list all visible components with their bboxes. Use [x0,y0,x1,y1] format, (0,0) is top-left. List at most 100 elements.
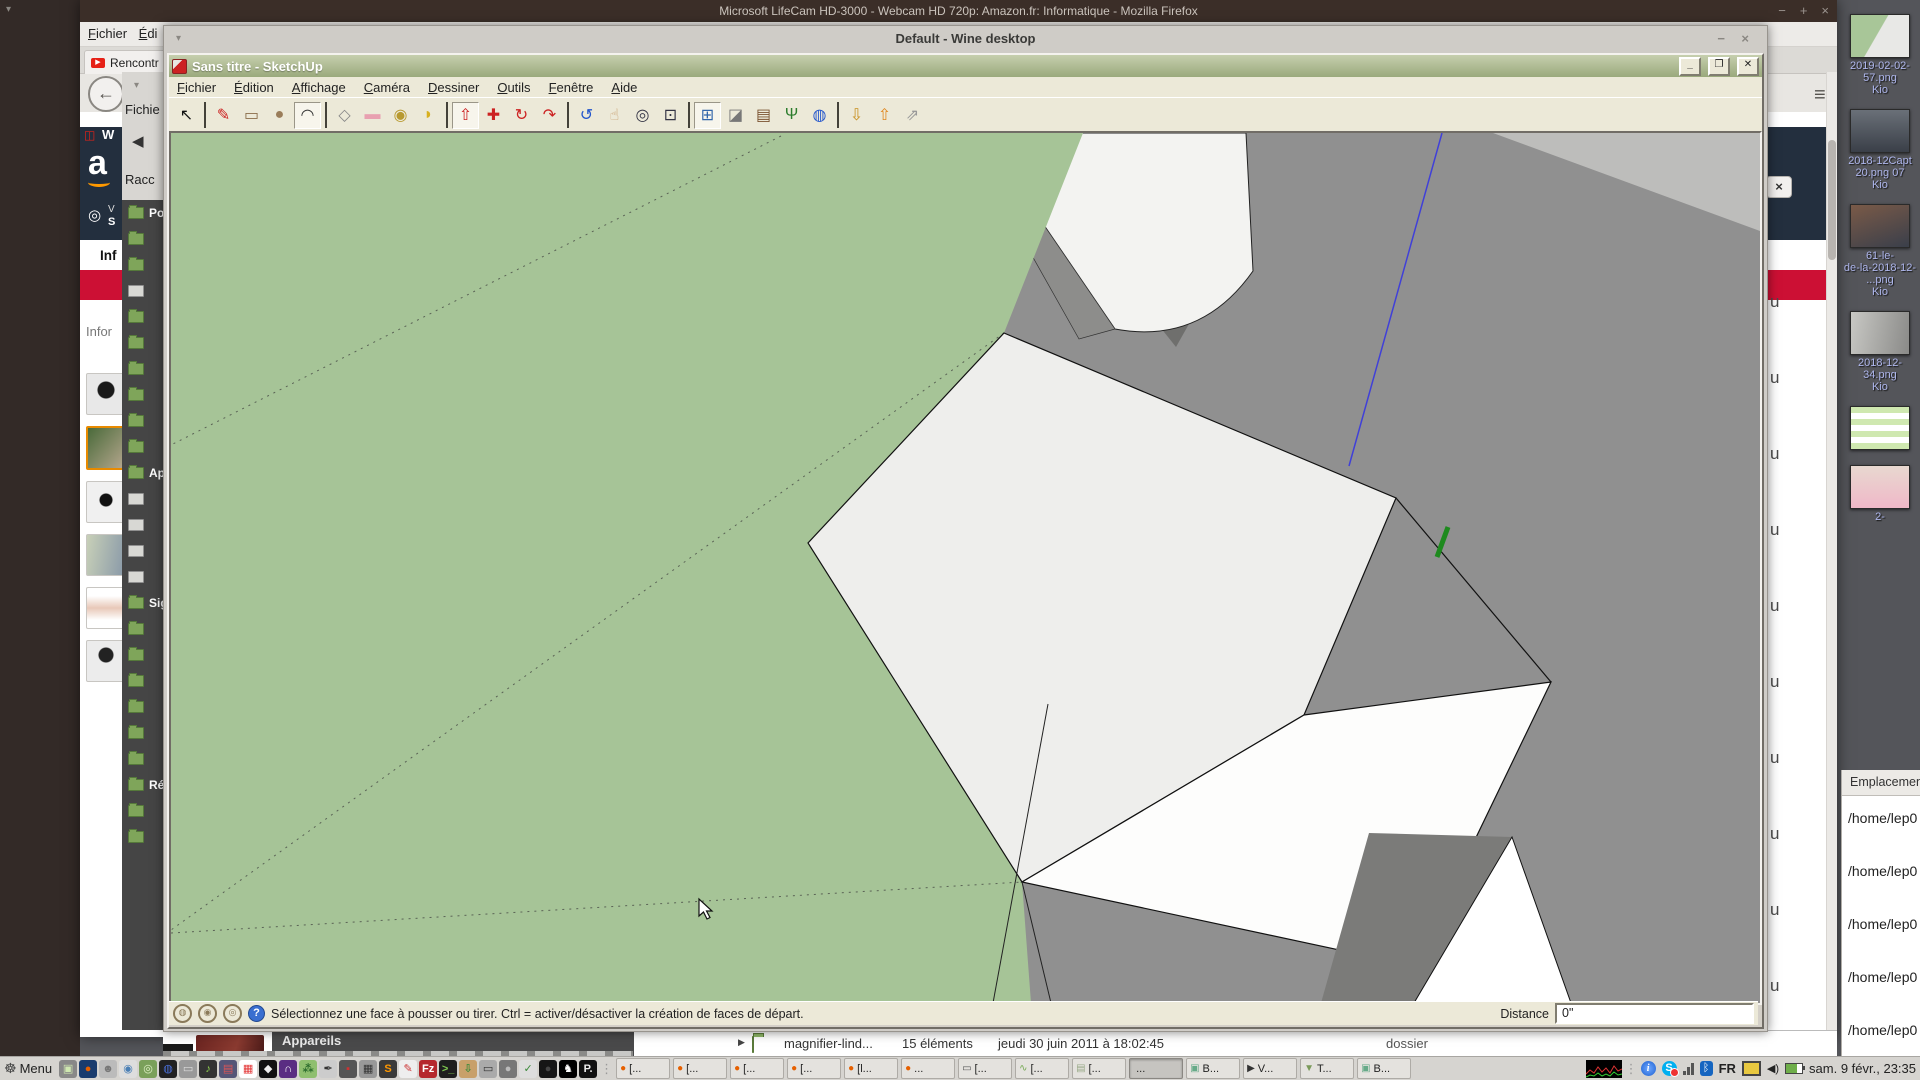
product-thumbnail[interactable] [86,640,126,682]
calculator-icon[interactable]: ▦ [359,1060,377,1078]
location-pin-icon[interactable]: ◎ [88,206,101,224]
product-thumbnail[interactable] [86,534,126,576]
geolocation-icon[interactable]: ◍ [173,1004,192,1023]
video-editor-icon[interactable]: ▤ [219,1060,237,1078]
firefox-titlebar[interactable]: Microsoft LifeCam HD-3000 - Webcam HD 72… [80,0,1837,22]
sketchup-menu-item[interactable]: Édition [234,80,274,95]
help-icon[interactable]: ? [248,1005,265,1022]
sketchup-titlebar[interactable]: Sans titre - SketchUp _ ❐ ✕ [169,55,1762,77]
product-thumbnail[interactable] [86,587,126,629]
headphones-icon[interactable]: ∩ [279,1060,297,1078]
window-button[interactable]: ● [... [730,1058,784,1079]
sidebar-item[interactable]: Sig [122,590,163,616]
filezilla-icon[interactable]: Fz [419,1060,437,1078]
desktop-icon[interactable]: 2019-02-02- 57.png Kio [1841,14,1919,96]
toolbar-separator[interactable] [837,102,839,128]
firefox-menu-fichier[interactable]: Fichier [88,22,127,46]
sketchup-menu-item[interactable]: Outils [497,80,530,95]
sidebar-item[interactable] [122,278,163,304]
firefox-menu-edition[interactable]: Édi [139,22,158,46]
toolbar-separator[interactable] [446,102,448,128]
window-button[interactable]: ∿ [... [1015,1058,1069,1079]
clock-check-icon[interactable]: ✓ [519,1060,537,1078]
system-monitor-graph[interactable] [1586,1060,1622,1078]
make-component-tool[interactable]: ◇ [331,102,358,129]
window-button[interactable]: ▤ [... [1072,1058,1126,1079]
phone-icon[interactable]: ▭ [179,1060,197,1078]
toolbar-separator[interactable] [204,102,206,128]
menu-button[interactable]: Menu [20,1061,53,1076]
display-settings-icon[interactable] [1742,1061,1761,1076]
path-cell[interactable]: /home/lep0 [1842,849,1920,902]
wine-close-button[interactable]: × [1741,26,1749,52]
sidebar-item[interactable] [122,538,163,564]
desktop-icon[interactable]: 2018-12Capt 20.png 07 Kio [1841,109,1919,191]
orbit-tool[interactable]: ↺ [573,102,600,129]
credits-icon[interactable]: ◉ [198,1004,217,1023]
toolbar-separator[interactable] [567,102,569,128]
window-button[interactable]: ▼ T... [1300,1058,1354,1079]
sidebar-item[interactable]: Ap [122,460,163,486]
sketchup-menu-item[interactable]: Fichier [177,80,216,95]
molecules-icon[interactable]: ⁂ [299,1060,317,1078]
pan-tool[interactable]: ☝ [601,102,628,129]
file-manager-caret-icon[interactable]: ▾ [134,80,139,91]
sidebar-item[interactable] [122,356,163,382]
sidebar-item[interactable]: Pos [122,200,163,226]
file-manager-menu-fichier[interactable]: Fichie [125,102,160,117]
product-thumbnail[interactable] [86,481,126,523]
desktop-icon[interactable] [1841,406,1919,452]
dark-orb-icon[interactable]: ◍ [159,1060,177,1078]
rectangle-tool[interactable]: ▭ [238,102,265,129]
firefox-maximize-button[interactable]: + [1800,0,1808,22]
sidebar-item[interactable] [122,408,163,434]
eye-icon[interactable]: ◉ [119,1060,137,1078]
sketchup-close-button[interactable]: ✕ [1737,57,1759,76]
window-button[interactable]: ▣ B... [1186,1058,1240,1079]
desktop-icon[interactable]: 61-le- de-la-2018-12- ...png Kio [1841,204,1919,298]
sidebar-item[interactable] [122,226,163,252]
line-tool[interactable]: ✎ [210,102,237,129]
clear-search-button[interactable]: × [1766,176,1792,198]
music-player-icon[interactable]: ♪ [199,1060,217,1078]
devices-section-label[interactable]: Appareils [282,1033,341,1048]
paint-bucket-tool[interactable]: ◗ [415,102,442,129]
p-dot-icon[interactable]: P. [579,1060,597,1078]
sidebar-item[interactable] [122,668,163,694]
product-thumbnail[interactable] [86,373,126,415]
zoom-extents-tool[interactable]: ⊡ [657,102,684,129]
firefox-close-button[interactable]: × [1821,0,1829,22]
package-icon[interactable]: ⇩ [459,1060,477,1078]
wine-caret-icon[interactable]: ▾ [176,26,181,52]
window-button[interactable]: ● [... [787,1058,841,1079]
pen-icon[interactable]: ✒ [319,1060,337,1078]
sphere-icon[interactable]: ● [499,1060,517,1078]
eraser-tool[interactable]: ▬ [359,102,386,129]
sidebar-item[interactable] [122,512,163,538]
console-icon[interactable]: ▪ [339,1060,357,1078]
desktop-caret-icon[interactable]: ▾ [6,4,11,15]
taskbar-clock[interactable]: sam. 9 févr., 23:35 [1809,1061,1916,1076]
sidebar-item[interactable] [122,382,163,408]
sketchup-menu-item[interactable]: Aide [611,80,637,95]
path-cell[interactable]: /home/lep0 [1842,955,1920,1008]
rotate-tool[interactable]: ↻ [508,102,535,129]
disc-burner-icon[interactable]: ◎ [139,1060,157,1078]
path-cell[interactable]: /home/lep0 [1842,796,1920,849]
black-orb-icon[interactable]: ● [539,1060,557,1078]
sidebar-item[interactable] [122,434,163,460]
row-name[interactable]: magnifier-lind... [784,1036,873,1051]
follow-me-tool[interactable]: ↷ [536,102,563,129]
notes-icon[interactable]: ✎ [399,1060,417,1078]
sidebar-item[interactable] [122,304,163,330]
desktop-icon[interactable]: 2018-12- 34.png Kio [1841,311,1919,393]
category-tab-label[interactable]: Inf [100,248,117,263]
place-model-button[interactable]: Ψ [778,102,805,129]
sidebar-item[interactable] [122,798,163,824]
sidebar-item[interactable] [122,252,163,278]
sidebar-item[interactable] [122,486,163,512]
sidebar-item[interactable] [122,824,163,850]
location-column-header[interactable]: Emplacement [1842,770,1920,796]
sidebar-item[interactable] [122,564,163,590]
horse-icon[interactable]: ♞ [559,1060,577,1078]
